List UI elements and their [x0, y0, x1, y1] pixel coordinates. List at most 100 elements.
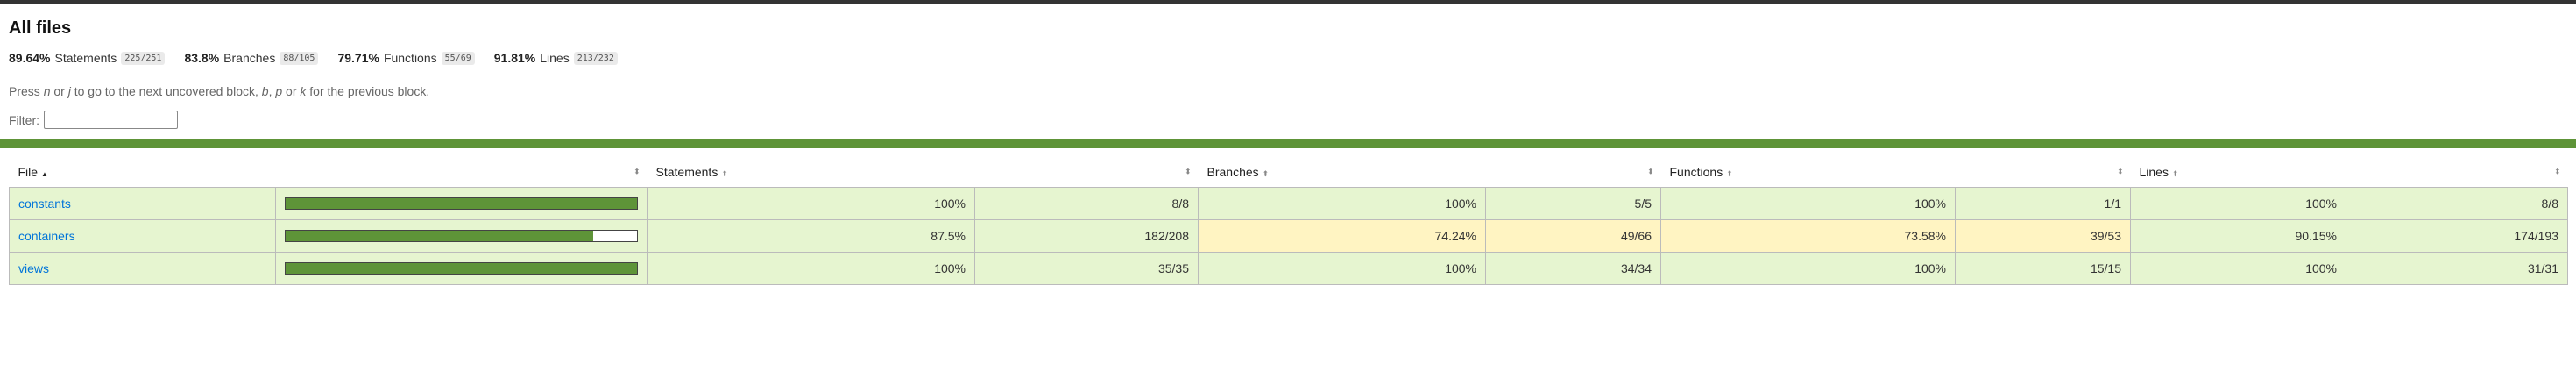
keyboard-hint: Press n or j to go to the next uncovered… [9, 84, 2567, 98]
sort-icon: ⬍ [2553, 167, 2561, 176]
coverage-bar-fill [286, 231, 593, 241]
lines-fraction: 174/193 [2346, 219, 2568, 253]
summary-lines: 91.81% Lines 213/232 [494, 51, 618, 65]
branches-fraction: 5/5 [1485, 187, 1661, 220]
coverage-table: File ▲ ⬍ Statements ⬍ ⬍ Branches ⬍ ⬍ Fun… [9, 157, 2568, 285]
statements-fraction: 35/35 [974, 252, 1199, 285]
column-header-branches-fraction[interactable]: ⬍ [1485, 157, 1661, 188]
hint-text: Press [9, 84, 44, 98]
sort-icon: ⬍ [1184, 167, 1192, 176]
summary-statements: 89.64% Statements 225/251 [9, 51, 166, 65]
hint-key-b: b [261, 84, 269, 98]
summary-functions-label: Functions [383, 51, 437, 65]
coverage-bar-cell [275, 252, 648, 285]
branches-fraction: 34/34 [1485, 252, 1661, 285]
hint-text: or [282, 84, 301, 98]
coverage-bar [285, 262, 638, 275]
functions-fraction: 15/15 [1955, 252, 2131, 285]
column-header-lines-label: Lines [2139, 165, 2169, 179]
coverage-status-bar [0, 139, 2576, 148]
summary-statements-pct: 89.64% [9, 51, 51, 65]
coverage-table-wrap: File ▲ ⬍ Statements ⬍ ⬍ Branches ⬍ ⬍ Fun… [0, 157, 2576, 285]
sort-icon: ⬍ [633, 167, 640, 176]
coverage-bar [285, 230, 638, 242]
functions-fraction: 39/53 [1955, 219, 2131, 253]
file-link-constants[interactable]: constants [18, 197, 71, 211]
sort-ascending-icon: ▲ [40, 170, 48, 178]
column-header-file[interactable]: File ▲ [9, 157, 276, 188]
branches-fraction: 49/66 [1485, 219, 1661, 253]
table-header-row: File ▲ ⬍ Statements ⬍ ⬍ Branches ⬍ ⬍ Fun… [9, 157, 2568, 188]
coverage-bar-cell [275, 187, 648, 220]
sort-icon: ⬍ [2116, 167, 2124, 176]
file-cell: views [9, 252, 276, 285]
sort-icon: ⬍ [1646, 167, 1654, 176]
lines-fraction: 31/31 [2346, 252, 2568, 285]
lines-pct: 90.15% [2130, 219, 2346, 253]
hint-text: or [50, 84, 68, 98]
functions-pct: 73.58% [1660, 219, 1956, 253]
statements-pct: 100% [647, 252, 975, 285]
column-header-branches-label: Branches [1207, 165, 1259, 179]
column-header-statements-fraction[interactable]: ⬍ [974, 157, 1199, 188]
sort-icon: ⬍ [2171, 169, 2179, 178]
sort-icon: ⬍ [1726, 169, 1733, 178]
file-cell: constants [9, 187, 276, 220]
summary-functions-pct: 79.71% [337, 51, 379, 65]
table-row: containers 87.5% 182/208 74.24% 49/66 73… [9, 219, 2568, 253]
summary-lines-pct: 91.81% [493, 51, 536, 65]
header: All files 89.64% Statements 225/251 83.8… [0, 18, 2576, 129]
column-header-functions-label: Functions [1669, 165, 1723, 179]
hint-text: for the previous block. [306, 84, 430, 98]
summary-statements-label: Statements [54, 51, 117, 65]
coverage-bar [285, 197, 638, 210]
page-title: All files [9, 18, 72, 38]
summary-branches-fraction: 88/105 [280, 51, 319, 65]
coverage-bar-fill [286, 263, 637, 274]
column-header-coverage-bar[interactable]: ⬍ [275, 157, 648, 188]
column-header-lines[interactable]: Lines ⬍ [2130, 157, 2346, 188]
table-row: constants 100% 8/8 100% 5/5 100% 1/1 100… [9, 187, 2568, 220]
summary-functions-fraction: 55/69 [441, 51, 475, 65]
column-header-lines-fraction[interactable]: ⬍ [2346, 157, 2568, 188]
file-link-containers[interactable]: containers [18, 229, 75, 243]
statements-fraction: 8/8 [974, 187, 1199, 220]
statements-pct: 100% [647, 187, 975, 220]
column-header-functions[interactable]: Functions ⬍ [1660, 157, 1956, 188]
branches-pct: 74.24% [1198, 219, 1486, 253]
functions-pct: 100% [1660, 252, 1956, 285]
summary-lines-label: Lines [540, 51, 570, 65]
filter-row: Filter: [9, 111, 2567, 129]
summary-branches-label: Branches [223, 51, 276, 65]
table-row: views 100% 35/35 100% 34/34 100% 15/15 1… [9, 252, 2568, 285]
column-header-functions-fraction[interactable]: ⬍ [1955, 157, 2131, 188]
column-header-branches[interactable]: Branches ⬍ [1198, 157, 1486, 188]
top-border [0, 0, 2576, 4]
functions-pct: 100% [1660, 187, 1956, 220]
summary-lines-fraction: 213/232 [573, 51, 618, 65]
sort-icon: ⬍ [721, 169, 728, 178]
branches-pct: 100% [1198, 187, 1486, 220]
filter-input[interactable] [44, 111, 178, 129]
coverage-summary: 89.64% Statements 225/251 83.8% Branches… [9, 51, 2567, 65]
file-link-views[interactable]: views [18, 261, 49, 275]
lines-pct: 100% [2130, 252, 2346, 285]
summary-functions: 79.71% Functions 55/69 [337, 51, 475, 65]
coverage-bar-fill [286, 198, 637, 209]
summary-branches: 83.8% Branches 88/105 [184, 51, 319, 65]
sort-icon: ⬍ [1262, 169, 1270, 178]
column-header-statements-label: Statements [655, 165, 718, 179]
summary-statements-fraction: 225/251 [121, 51, 166, 65]
column-header-file-label: File [18, 165, 39, 179]
column-header-statements[interactable]: Statements ⬍ [647, 157, 975, 188]
statements-pct: 87.5% [647, 219, 975, 253]
file-cell: containers [9, 219, 276, 253]
branches-pct: 100% [1198, 252, 1486, 285]
hint-key-p: p [275, 84, 283, 98]
filter-label: Filter: [9, 112, 39, 127]
hint-text: to go to the next uncovered block, [70, 84, 262, 98]
lines-pct: 100% [2130, 187, 2346, 220]
lines-fraction: 8/8 [2346, 187, 2568, 220]
statements-fraction: 182/208 [974, 219, 1199, 253]
summary-branches-pct: 83.8% [184, 51, 220, 65]
